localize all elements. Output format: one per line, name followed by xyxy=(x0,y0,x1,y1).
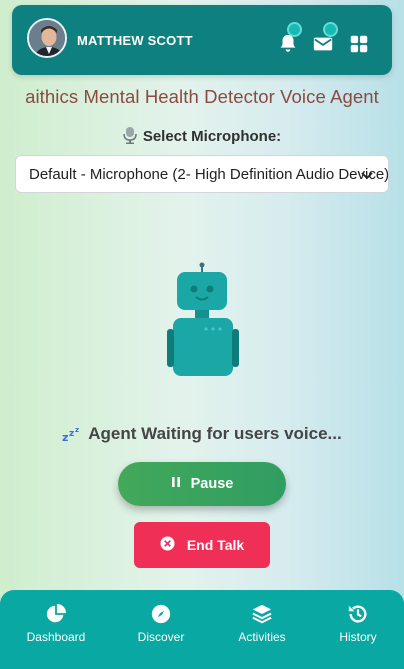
avatar[interactable] xyxy=(27,18,67,58)
close-circle-icon xyxy=(160,536,175,554)
app-header: MATTHEW SCOTT xyxy=(12,5,392,75)
pause-label: Pause xyxy=(190,476,234,492)
user-name[interactable]: MATTHEW SCOTT xyxy=(77,33,193,48)
layers-icon xyxy=(217,603,307,625)
svg-text:z: z xyxy=(75,426,79,434)
nav-label-dashboard: Dashboard xyxy=(26,630,86,644)
mail-icon[interactable] xyxy=(312,33,334,55)
sleeping-zz-icon: z z z xyxy=(62,426,82,447)
microphone-selected-value: Default - Microphone (2- High Definition… xyxy=(29,166,389,183)
nav-label-activities: Activities xyxy=(238,630,286,644)
svg-text:z: z xyxy=(62,431,68,442)
chevron-down-icon xyxy=(360,168,374,186)
mic-label: Select Microphone: xyxy=(142,128,282,145)
bottom-nav: Dashboard Discover Activities History xyxy=(0,590,404,669)
nav-label-discover: Discover xyxy=(137,630,185,644)
compass-icon xyxy=(116,603,206,625)
agent-status-text: Agent Waiting for users voice... xyxy=(88,424,342,443)
microphone-icon xyxy=(123,127,137,148)
page-title: aithics Mental Health Detector Voice Age… xyxy=(25,86,379,107)
nav-item-discover[interactable]: Discover xyxy=(116,603,206,644)
mic-label-row: Select Microphone: xyxy=(0,127,404,148)
pause-icon xyxy=(171,476,181,492)
nav-item-dashboard[interactable]: Dashboard xyxy=(11,603,101,644)
nav-item-activities[interactable]: Activities xyxy=(217,603,307,644)
nav-item-history[interactable]: History xyxy=(313,603,403,644)
pie-chart-icon xyxy=(11,603,101,625)
bell-icon[interactable] xyxy=(277,33,299,55)
nav-label-history: History xyxy=(339,630,377,644)
agent-status: z z z Agent Waiting for users voice... xyxy=(0,424,404,447)
pause-button[interactable]: Pause xyxy=(118,462,286,506)
history-icon xyxy=(313,603,403,625)
microphone-select[interactable]: Default - Microphone (2- High Definition… xyxy=(15,155,389,193)
end-talk-label: End Talk xyxy=(186,537,245,553)
end-talk-button[interactable]: End Talk xyxy=(134,522,270,568)
svg-text:z: z xyxy=(69,429,74,439)
grid-icon[interactable] xyxy=(348,33,370,55)
robot-agent-illustration xyxy=(165,262,241,378)
